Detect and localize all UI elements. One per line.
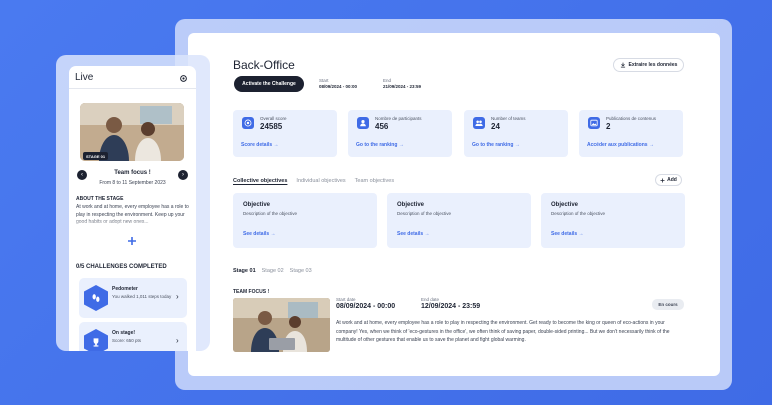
expand-icon[interactable] — [127, 236, 137, 246]
footprints-icon — [84, 285, 108, 311]
chevron-right-icon: › — [176, 292, 179, 301]
see-details-link[interactable]: See details → — [551, 231, 584, 237]
stat-label: Publications de contenus — [606, 116, 657, 121]
target-icon — [242, 117, 254, 129]
stat-card-teams: Number of teams 24 Go to the ranking → — [464, 110, 568, 157]
trophy-icon — [84, 329, 108, 351]
text-fade — [69, 216, 196, 232]
tab-team-objectives[interactable]: Team objectives — [355, 178, 394, 184]
objective-card: Objective Description of the objective S… — [387, 193, 531, 248]
objective-title: Objective — [397, 202, 425, 208]
add-label: Add — [667, 177, 677, 183]
objective-description: Description of the objective — [551, 211, 606, 216]
stat-card-overall-score: Overall score 24585 Score details → — [233, 110, 337, 157]
tab-collective-objectives[interactable]: Collective objectives — [233, 178, 287, 184]
plus-icon — [660, 178, 665, 182]
team-icon — [473, 117, 485, 129]
download-icon — [620, 62, 625, 68]
add-objective-button[interactable]: Add — [655, 174, 682, 186]
tab-individual-objectives[interactable]: Individual objectives — [296, 178, 345, 184]
status-badge: En cours — [652, 299, 684, 310]
ranking-link[interactable]: Go to the ranking → — [472, 142, 520, 148]
stage-title: TEAM FOCUS ! — [233, 289, 270, 295]
objective-tabs: Collective objectives Individual objecti… — [233, 178, 394, 184]
chevron-right-icon: › — [176, 336, 179, 345]
end-date-block: End 21/09/2024 - 23:59 — [383, 78, 421, 90]
divider — [69, 88, 196, 89]
stage-badge: STAGE 01 — [83, 152, 109, 160]
see-details-link[interactable]: See details → — [243, 231, 276, 237]
backoffice-panel: Back-Office Activate the Challenge Start… — [188, 33, 720, 376]
stage-tabs: Stage 01 Stage 02 Stage 03 — [233, 268, 312, 274]
mobile-title: Live — [75, 72, 94, 83]
challenge-title: On stage! — [112, 330, 136, 336]
chevron-left-icon[interactable]: ‹ — [77, 170, 87, 180]
publications-link[interactable]: Accéder aux publications → — [587, 142, 654, 148]
end-value: 21/09/2024 - 23:59 — [383, 84, 422, 89]
page-title: Back-Office — [233, 58, 295, 72]
challenge-card[interactable]: On stage! Score: 650 pts › — [79, 322, 187, 351]
ranking-link[interactable]: Go to the ranking → — [356, 142, 404, 148]
stat-card-participants: Nombre de participants 456 Go to the ran… — [348, 110, 452, 157]
stage-end-value: 12/09/2024 - 23:59 — [421, 303, 481, 310]
stat-card-publications: Publications de contenus 2 Accéder aux p… — [579, 110, 683, 157]
mobile-stage-title: Team focus ! — [114, 170, 151, 176]
objective-description: Description of the objective — [397, 211, 452, 216]
stage-description: At work and at home, every employee has … — [336, 320, 670, 343]
challenges-label: 0/5 CHALLENGES COMPLETED — [76, 264, 167, 270]
export-data-button[interactable]: Extraire les données — [613, 58, 684, 72]
stat-label: Overall score — [260, 116, 287, 121]
tab-stage-02[interactable]: Stage 02 — [262, 268, 284, 274]
stage-start-date: Start date 08/09/2024 - 00:00 — [336, 297, 395, 311]
stat-value: 2 — [606, 122, 611, 131]
challenge-card[interactable]: Pedometer You walked 1,011 steps today › — [79, 278, 187, 318]
see-details-link[interactable]: See details → — [397, 231, 430, 237]
image-icon — [588, 117, 600, 129]
gear-icon[interactable] — [179, 74, 188, 83]
stage-end-date: End date 12/09/2024 - 23:59 — [421, 297, 480, 311]
mobile-screen: Live STAGE 01 Team focus ! ‹ › From 8 to… — [69, 66, 196, 351]
user-icon — [357, 117, 369, 129]
activate-challenge-button[interactable]: Activate the Challenge — [234, 76, 304, 92]
chevron-right-icon[interactable]: › — [178, 170, 188, 180]
challenge-title: Pedometer — [112, 286, 138, 292]
stage-photo — [233, 298, 330, 352]
tab-stage-03[interactable]: Stage 03 — [290, 268, 312, 274]
stat-label: Nombre de participants — [375, 116, 422, 121]
stat-value: 24 — [491, 122, 500, 131]
stat-label: Number of teams — [491, 116, 526, 121]
tab-stage-01[interactable]: Stage 01 — [233, 268, 256, 274]
stat-value: 456 — [375, 122, 389, 131]
objective-description: Description of the objective — [243, 211, 298, 216]
objective-card: Objective Description of the objective S… — [541, 193, 685, 248]
mobile-stage-dates: From 8 to 11 September 2023 — [99, 180, 166, 186]
score-details-link[interactable]: Score details → — [241, 142, 279, 148]
objective-title: Objective — [551, 202, 579, 208]
objective-title: Objective — [243, 202, 271, 208]
stat-value: 24585 — [260, 122, 283, 131]
start-value: 08/09/2024 - 00:00 — [319, 84, 358, 89]
start-date-block: Start 08/09/2024 - 00:00 — [319, 78, 357, 90]
stage-start-value: 08/09/2024 - 00:00 — [336, 303, 396, 310]
objective-card: Objective Description of the objective S… — [233, 193, 377, 248]
about-label: ABOUT THE STAGE — [76, 196, 124, 202]
challenge-subtitle: Score: 650 pts — [112, 338, 142, 343]
challenge-subtitle: You walked 1,011 steps today — [112, 294, 172, 299]
stage-photo: STAGE 01 — [80, 103, 184, 161]
export-label: Extraire les données — [628, 62, 678, 68]
